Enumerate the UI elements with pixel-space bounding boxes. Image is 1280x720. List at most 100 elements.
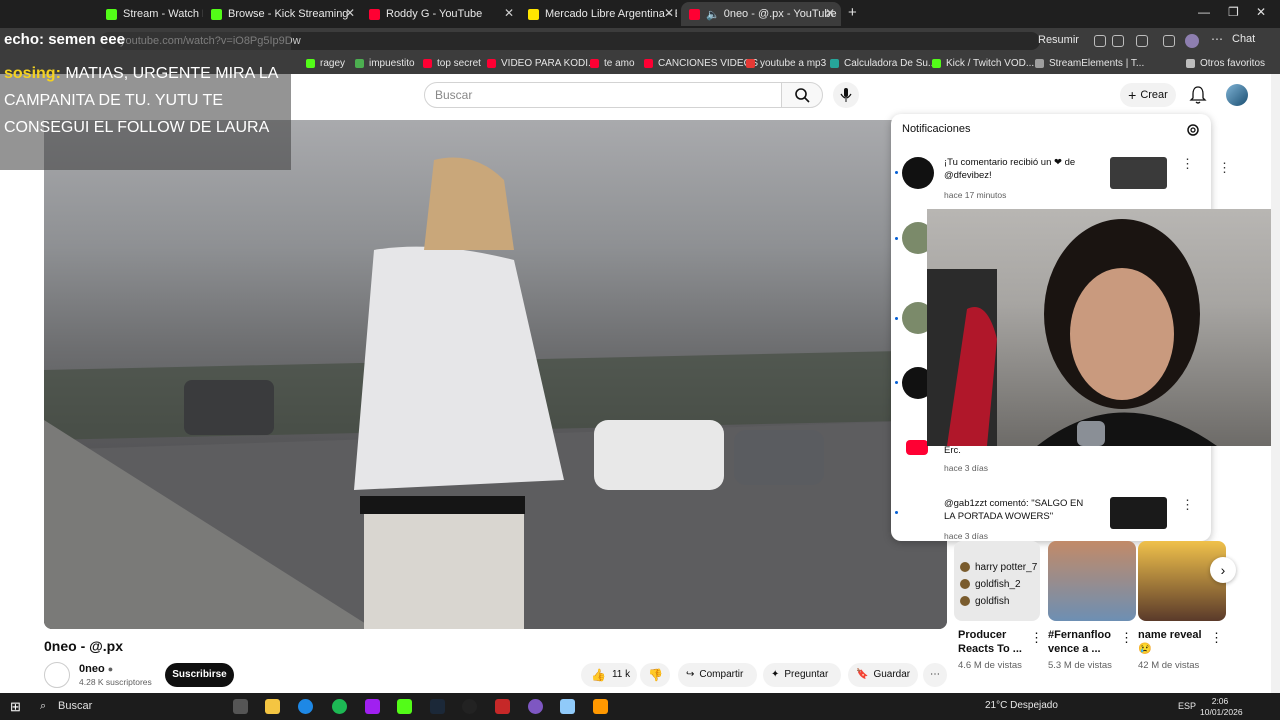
star-icon[interactable] xyxy=(1112,35,1124,47)
windows-start-icon[interactable]: ⊞ xyxy=(10,699,25,714)
new-tab-button[interactable]: + xyxy=(848,4,857,21)
short-card[interactable]: harry potter_7 goldfish_2 goldfish xyxy=(954,541,1040,621)
bookmark[interactable]: Calculadora De Su... xyxy=(830,58,936,69)
more-icon[interactable]: ⋯ xyxy=(1211,32,1223,46)
chevron-right-icon[interactable]: › xyxy=(1210,557,1236,583)
voice-search-button[interactable] xyxy=(833,82,859,108)
other-bookmarks[interactable]: Otros favoritos xyxy=(1186,58,1265,69)
bookmark[interactable]: te amo xyxy=(590,58,635,69)
app-icon[interactable] xyxy=(560,699,575,714)
scrollbar[interactable] xyxy=(1271,74,1280,693)
minimize-icon[interactable]: — xyxy=(1198,5,1210,19)
resumir-button[interactable]: Resumir xyxy=(1038,34,1079,46)
kick-icon[interactable] xyxy=(397,699,412,714)
ask-button[interactable]: ✦ Preguntar xyxy=(763,663,841,687)
webcam-feed xyxy=(927,219,1217,446)
webcam-overlay xyxy=(927,209,1280,446)
short-thumbnail[interactable] xyxy=(1048,541,1136,621)
browser-tab[interactable]: Stream - Watch Live o xyxy=(98,2,203,26)
obs-icon[interactable] xyxy=(462,699,477,714)
spotify-icon[interactable] xyxy=(332,699,347,714)
chat-button[interactable]: Chat xyxy=(1232,33,1255,45)
bookmark[interactable]: CANCIONES VIDEOS xyxy=(644,58,758,69)
taskbar-search[interactable]: ⌕ Buscar xyxy=(40,696,220,717)
avatar[interactable] xyxy=(1226,84,1248,106)
short-views: 5.3 M de vistas xyxy=(1048,660,1112,671)
clock[interactable]: 2:06 10/01/2026 xyxy=(1200,696,1243,718)
notifications-button[interactable] xyxy=(1186,83,1210,107)
tab-label: Browse - Kick Streaming xyxy=(228,8,349,20)
weather-widget[interactable]: 21°C Despejado xyxy=(985,700,1058,711)
maximize-icon[interactable]: ❐ xyxy=(1228,5,1239,19)
puzzle-icon[interactable] xyxy=(1136,35,1148,47)
taskbar: ⊞ ⌕ Buscar 21°C Despejado ESP 2:06 10/01… xyxy=(0,693,1280,720)
discord-icon[interactable] xyxy=(528,699,543,714)
extension-icon[interactable] xyxy=(1094,35,1106,47)
browser-tab[interactable]: Browse - Kick Streaming ✕ xyxy=(203,2,361,26)
notification-item[interactable]: ¡Tu comentario recibió un ❤ de @dfevibez… xyxy=(891,154,1211,214)
sparkle-icon: ✦ xyxy=(771,669,780,680)
bookmark[interactable]: StreamElements | T... xyxy=(1035,58,1144,69)
video-player[interactable] xyxy=(44,120,947,629)
bookmark[interactable]: ragey xyxy=(306,58,345,69)
close-window-icon[interactable]: ✕ xyxy=(1256,5,1266,19)
youtube-icon xyxy=(689,8,700,20)
channel-name[interactable]: 0neo ● xyxy=(79,663,113,675)
short-title[interactable]: name reveal 😢 xyxy=(1138,628,1210,656)
create-button[interactable]: + Crear xyxy=(1120,83,1176,107)
notification-time: hace 3 días xyxy=(944,531,988,541)
subscriber-count: 4.28 K suscriptores xyxy=(79,677,152,687)
more-actions-button[interactable]: ⋯ xyxy=(923,663,947,687)
browser-tab[interactable]: Mercado Libre Argentina - Envíos ✕ xyxy=(520,2,680,26)
bookmark-label: Calculadora De Su... xyxy=(844,58,937,69)
more-vert-icon[interactable]: ⋮ xyxy=(1181,497,1194,513)
browser-tab-active[interactable]: 🔈 0neo - @.px - YouTube ✕ xyxy=(681,2,841,26)
subscribe-button[interactable]: Suscribirse xyxy=(165,663,234,687)
app-icon[interactable] xyxy=(495,699,510,714)
short-thumbnail[interactable] xyxy=(1138,541,1226,621)
app-icon[interactable] xyxy=(593,699,608,714)
app-icon[interactable] xyxy=(365,699,380,714)
chat-message: sosing: MATIAS, URGENTE MIRA LA CAMPANIT… xyxy=(4,60,289,141)
bookmark[interactable]: VIDEO PARA KODI... xyxy=(487,58,596,69)
file-explorer-icon[interactable] xyxy=(265,699,280,714)
short-title[interactable]: #Fernanfloo vence a ... xyxy=(1048,628,1118,656)
notification-item[interactable]: @gab1zzt comentó: "SALGO EN LA PORTADA W… xyxy=(891,495,1211,541)
bookmark-label: top secret xyxy=(437,58,481,69)
verified-icon: ● xyxy=(107,664,114,674)
close-icon[interactable]: ✕ xyxy=(664,6,674,20)
more-vert-icon[interactable]: ⋮ xyxy=(1210,630,1223,646)
profile-icon[interactable] xyxy=(1185,34,1199,48)
bookmark-label: youtube a mp3 xyxy=(760,58,827,69)
close-icon[interactable]: ✕ xyxy=(345,6,355,20)
channel-avatar[interactable] xyxy=(44,662,70,688)
overlay-name: goldfish_2 xyxy=(960,579,1021,590)
gear-icon[interactable] xyxy=(1185,122,1201,138)
more-vert-icon[interactable]: ⋮ xyxy=(1181,156,1194,172)
short-title[interactable]: Producer Reacts To ... xyxy=(958,628,1028,656)
notification-text: ¡Tu comentario recibió un ❤ de @dfevibez… xyxy=(944,157,1076,181)
like-button[interactable]: 👍 11 k xyxy=(581,663,637,687)
dislike-button[interactable]: 👎 xyxy=(640,663,670,687)
close-icon[interactable]: ✕ xyxy=(504,6,514,20)
more-vert-icon[interactable]: ⋮ xyxy=(1120,630,1133,646)
steam-icon[interactable] xyxy=(430,699,445,714)
save-button[interactable]: 🔖 Guardar xyxy=(848,663,918,687)
edge-icon[interactable] xyxy=(298,699,313,714)
bookmark[interactable]: impuestito xyxy=(355,58,415,69)
echo-line: echo: semen eee xyxy=(4,31,125,48)
bookmark[interactable]: Kick / Twitch VOD... xyxy=(932,58,1034,69)
bookmark[interactable]: top secret xyxy=(423,58,481,69)
more-vert-icon[interactable]: ⋮ xyxy=(1030,630,1043,646)
search-button[interactable] xyxy=(781,82,823,108)
bookmark[interactable]: youtube a mp3 xyxy=(746,58,826,69)
download-icon[interactable] xyxy=(1163,35,1175,47)
browser-tab[interactable]: Roddy G - YouTube ✕ xyxy=(361,2,520,26)
close-icon[interactable]: ✕ xyxy=(825,6,835,20)
search-input[interactable]: Buscar xyxy=(424,82,782,108)
share-button[interactable]: ↪ Compartir xyxy=(678,663,757,687)
language-indicator[interactable]: ESP xyxy=(1178,701,1196,711)
task-view-icon[interactable] xyxy=(233,699,248,714)
like-count: 11 k xyxy=(611,669,631,680)
more-vert-icon[interactable]: ⋮ xyxy=(1218,160,1231,176)
